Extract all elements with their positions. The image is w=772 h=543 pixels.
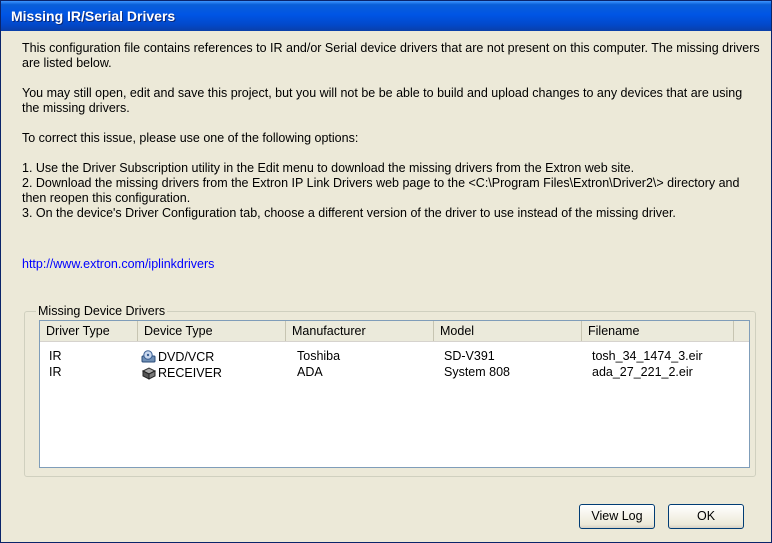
cell-model: SD-V391: [444, 349, 495, 363]
cell-filename: tosh_34_1474_3.eir: [592, 349, 703, 363]
view-log-button[interactable]: View Log: [579, 504, 655, 529]
column-header-filename[interactable]: Filename: [582, 321, 734, 341]
list-header: Driver Type Device Type Manufacturer Mod…: [40, 321, 749, 342]
column-header-model[interactable]: Model: [434, 321, 582, 341]
table-row[interactable]: IR RECEIVER ADA System 808 ada_27_221_2.…: [40, 365, 749, 381]
cell-driver-type: IR: [49, 365, 62, 379]
dialog-title: Missing IR/Serial Drivers: [11, 8, 176, 24]
cell-device-type: RECEIVER: [141, 365, 222, 381]
table-row[interactable]: IR DVD/VCR Toshiba SD-V391 tosh_34_1474_…: [40, 349, 749, 365]
cell-model: System 808: [444, 365, 511, 379]
message-paragraph-2: You may still open, edit and save this p…: [22, 86, 743, 115]
column-header-manufacturer[interactable]: Manufacturer: [286, 321, 434, 341]
missing-drivers-group-label: Missing Device Drivers: [36, 304, 168, 318]
missing-drivers-dialog: Missing IR/Serial Drivers This configura…: [0, 0, 772, 543]
iplink-drivers-link[interactable]: http://www.extron.com/iplinkdrivers: [22, 257, 214, 271]
cell-manufacturer: ADA: [297, 365, 323, 379]
receiver-icon: [141, 367, 157, 380]
missing-drivers-list[interactable]: Driver Type Device Type Manufacturer Mod…: [39, 320, 750, 468]
message-paragraph-1: This configuration file contains referen…: [22, 41, 760, 70]
option-2: 2. Download the missing drivers from the…: [22, 176, 740, 205]
title-bar[interactable]: Missing IR/Serial Drivers: [1, 1, 771, 31]
option-1: 1. Use the Driver Subscription utility i…: [22, 161, 635, 175]
column-header-driver-type[interactable]: Driver Type: [40, 321, 138, 341]
ok-button[interactable]: OK: [668, 504, 744, 529]
cell-device-type: DVD/VCR: [141, 349, 214, 365]
dvd-vcr-icon: [141, 350, 156, 363]
message-body: This configuration file contains referen…: [22, 41, 760, 221]
message-paragraph-3: To correct this issue, please use one of…: [22, 131, 359, 145]
device-type-label: RECEIVER: [158, 366, 222, 380]
cell-filename: ada_27_221_2.eir: [592, 365, 693, 379]
device-type-label: DVD/VCR: [158, 350, 215, 364]
column-header-device-type[interactable]: Device Type: [138, 321, 286, 341]
cell-driver-type: IR: [49, 349, 62, 363]
cell-manufacturer: Toshiba: [297, 349, 341, 363]
option-3: 3. On the device's Driver Configuration …: [22, 206, 676, 220]
